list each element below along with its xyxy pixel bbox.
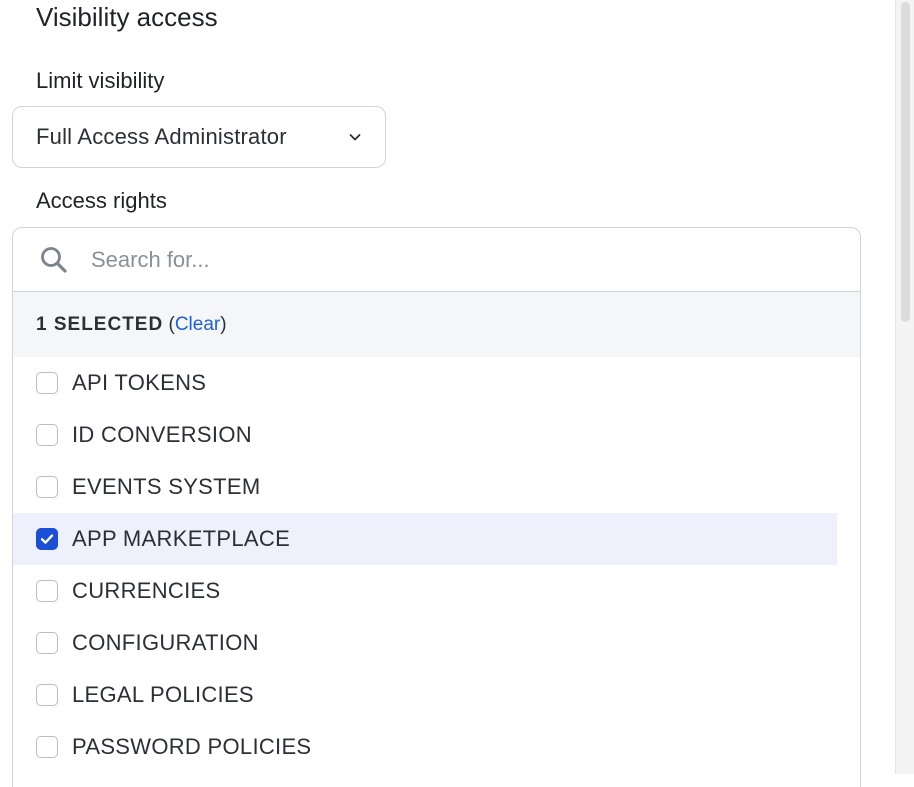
checkbox[interactable] bbox=[36, 580, 58, 602]
access-rights-label: Access rights bbox=[36, 188, 167, 213]
option-label: PASSWORD POLICIES bbox=[72, 734, 312, 759]
option-events-system[interactable]: EVENTS SYSTEM bbox=[13, 461, 837, 513]
page-scrollbar[interactable] bbox=[895, 0, 914, 774]
access-rights-options: API TOKENS ID CONVERSION EVENTS SYSTEM A… bbox=[13, 357, 837, 773]
selection-summary: 1 SELECTED (Clear) bbox=[13, 292, 860, 357]
chevron-down-icon bbox=[349, 134, 361, 141]
close-paren: ) bbox=[220, 313, 227, 335]
option-id-conversion[interactable]: ID CONVERSION bbox=[13, 409, 837, 461]
section-title: Visibility access bbox=[36, 2, 218, 32]
checkmark-icon bbox=[40, 534, 54, 544]
option-label: CURRENCIES bbox=[72, 578, 221, 603]
checkbox[interactable] bbox=[36, 476, 58, 498]
option-currencies[interactable]: CURRENCIES bbox=[13, 565, 837, 617]
option-label: EVENTS SYSTEM bbox=[72, 474, 261, 499]
selected-count: 1 SELECTED bbox=[36, 313, 164, 335]
checkbox[interactable] bbox=[36, 372, 58, 394]
option-label: LEGAL POLICIES bbox=[72, 682, 254, 707]
limit-visibility-label: Limit visibility bbox=[36, 68, 165, 93]
limit-visibility-value: Full Access Administrator bbox=[36, 124, 287, 149]
limit-visibility-select[interactable]: Full Access Administrator bbox=[12, 106, 386, 168]
option-app-marketplace[interactable]: APP MARKETPLACE bbox=[13, 513, 837, 565]
option-label: APP MARKETPLACE bbox=[72, 526, 291, 551]
checkbox[interactable] bbox=[36, 736, 58, 758]
search-row bbox=[13, 228, 860, 292]
option-api-tokens[interactable]: API TOKENS bbox=[13, 357, 837, 409]
option-configuration[interactable]: CONFIGURATION bbox=[13, 617, 837, 669]
checkbox[interactable] bbox=[36, 424, 58, 446]
checkbox[interactable] bbox=[36, 632, 58, 654]
clear-selection-link[interactable]: Clear bbox=[175, 314, 220, 336]
visibility-access-panel: Visibility access Limit visibility Full … bbox=[0, 0, 895, 787]
checkbox[interactable] bbox=[36, 684, 58, 706]
option-label: ID CONVERSION bbox=[72, 422, 252, 447]
option-label: CONFIGURATION bbox=[72, 630, 259, 655]
scrollbar-thumb[interactable] bbox=[901, 2, 910, 322]
option-legal-policies[interactable]: LEGAL POLICIES bbox=[13, 669, 837, 721]
checkbox-checked[interactable] bbox=[36, 528, 58, 550]
access-rights-search-input[interactable] bbox=[91, 240, 791, 280]
access-rights-listbox: 1 SELECTED (Clear) API TOKENS ID CONVERS… bbox=[12, 227, 861, 787]
option-label: API TOKENS bbox=[72, 370, 207, 395]
search-icon bbox=[41, 247, 67, 273]
option-password-policies[interactable]: PASSWORD POLICIES bbox=[13, 721, 837, 773]
